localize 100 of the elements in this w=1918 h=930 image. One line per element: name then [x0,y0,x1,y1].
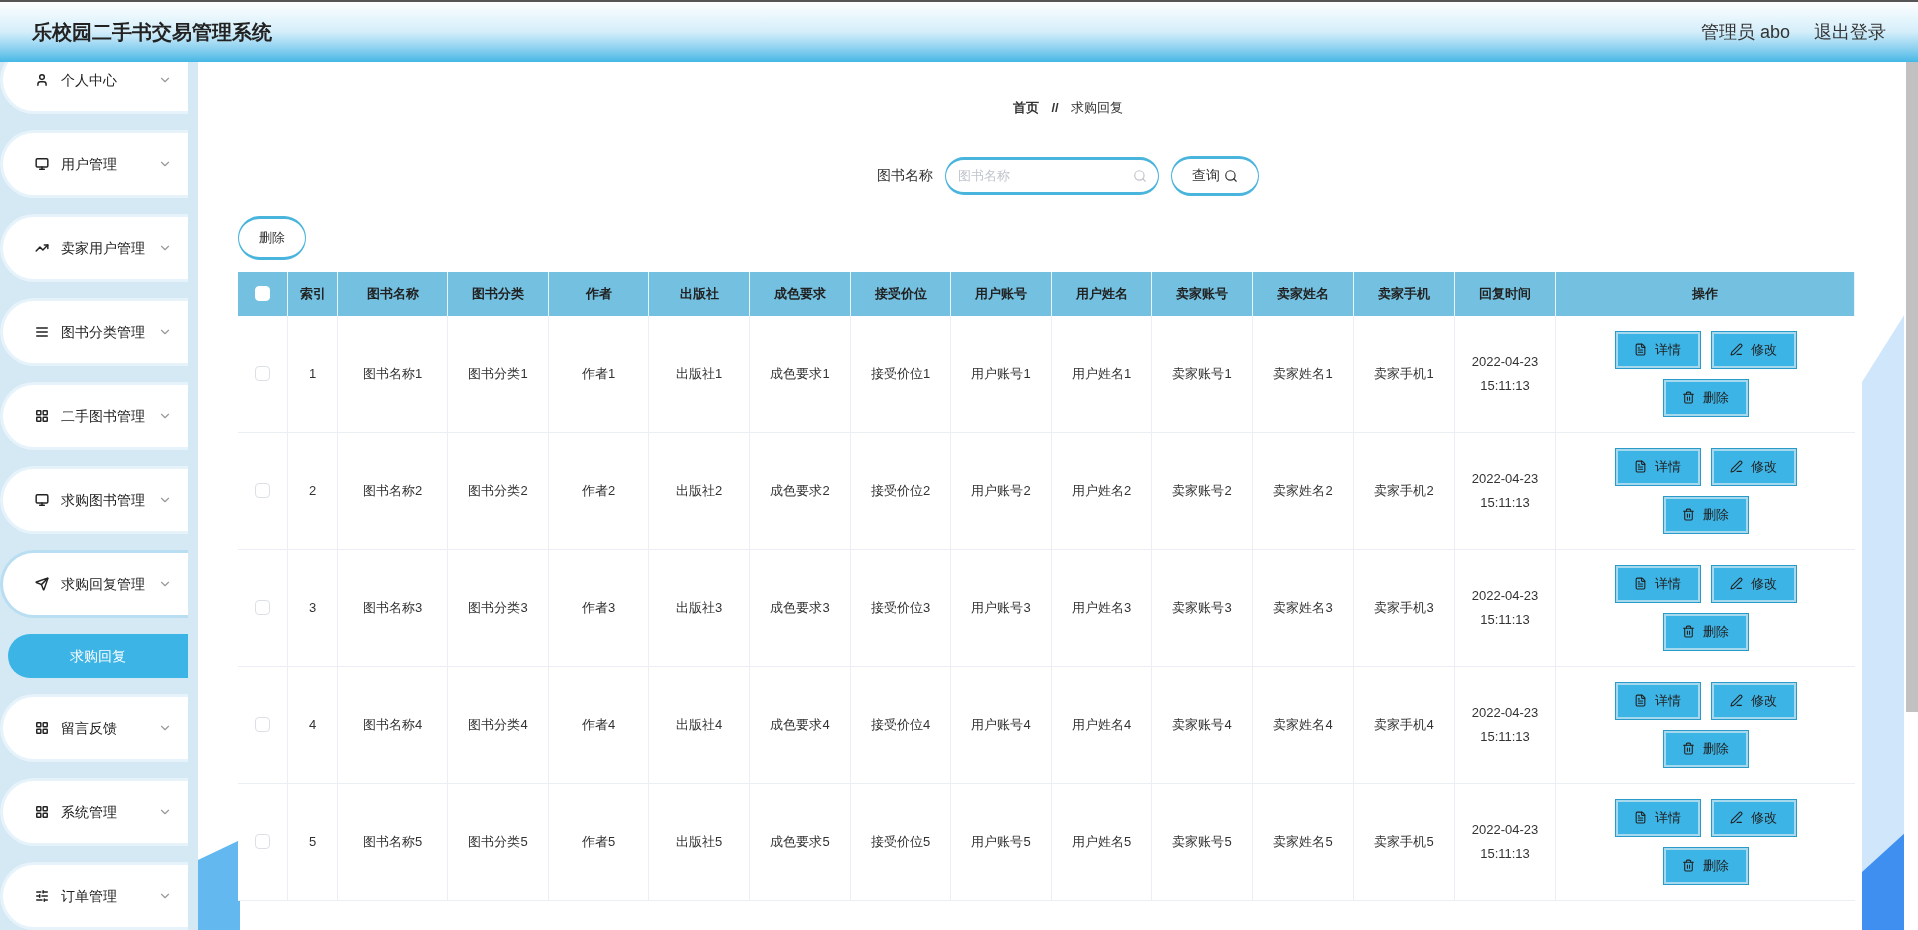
sliders-icon [35,889,49,903]
action-button[interactable]: 详情 [1615,682,1700,719]
document-icon [1634,343,1647,356]
table-cell-text: 4 [308,715,317,734]
breadcrumb-home[interactable]: 首页 [1013,98,1040,118]
monitor-icon [35,493,49,507]
table-cell-text: 用户姓名1 [1071,364,1132,383]
menu-item[interactable]: 卖家用户管理 [0,214,188,282]
menu-item[interactable]: 图书分类管理 [0,298,188,366]
monitor-icon [35,157,49,171]
document-icon [1634,577,1647,590]
table-cell-text: 用户账号4 [971,715,1031,734]
action-button[interactable]: 删除 [1663,379,1748,416]
menu-item[interactable]: 个人中心 [0,62,188,114]
table-cell-text: 接受价位3 [870,598,931,617]
action-button[interactable]: 详情 [1615,448,1700,485]
action-button[interactable]: 修改 [1711,565,1796,602]
trash-icon [1682,742,1695,755]
send-icon [35,577,49,591]
checkbox[interactable] [255,717,270,732]
action-button[interactable]: 修改 [1711,331,1796,368]
table-cell-text: 作者2 [581,481,616,500]
table-cell-text: 卖家账号5 [1172,832,1232,851]
table-cell-text: 用户姓名2 [1071,481,1132,500]
action-button[interactable]: 详情 [1615,331,1700,368]
table-cell-text: 作者4 [581,715,616,734]
search-label: 图书名称 [877,166,933,185]
list-icon [35,325,49,339]
table-cell-text: 图书名称1 [362,364,423,383]
table-cell-text: 卖家姓名5 [1273,832,1333,851]
menu-item[interactable]: 二手图书管理 [0,382,188,450]
table-cell-text: 用户账号5 [971,832,1031,851]
search-icon [1224,168,1238,183]
delete-button[interactable]: 删除 [238,215,306,260]
search-button[interactable]: 查询 [1171,155,1259,196]
action-button[interactable]: 删除 [1663,613,1748,650]
action-button[interactable]: 修改 [1711,448,1796,485]
column-header: 接受价位 [851,271,951,316]
table-cell-text: 卖家账号3 [1172,598,1232,617]
table-cell-text: 图书分类5 [468,832,528,851]
table-cell-text: 图书分类4 [468,715,528,734]
column-header: 索引 [288,271,338,316]
table-cell-text: 用户姓名5 [1071,832,1132,851]
action-button[interactable]: 删除 [1663,496,1748,533]
menu-item[interactable]: 系统管理 [0,778,188,846]
trash-icon [1682,391,1695,404]
action-button[interactable]: 详情 [1615,799,1700,836]
table-cell-text: 成色要求3 [770,598,830,617]
menu-item[interactable]: 求购回复管理 [0,550,188,618]
table-cell-text: 图书分类3 [468,598,528,617]
table-cell-text: 图书名称2 [362,481,423,500]
table-cell-text: 图书名称5 [362,832,423,851]
search-field[interactable]: 图书名称 [945,156,1159,195]
pen-icon [1730,811,1743,824]
column-header: 成色要求 [750,271,851,316]
menu-item[interactable]: 留言反馈 [0,694,188,762]
menu-item[interactable]: 用户管理 [0,130,188,198]
action-button[interactable]: 详情 [1615,565,1700,602]
table-cell-text: 用户姓名4 [1071,715,1132,734]
column-header: 用户账号 [951,271,1052,316]
table-cell-text: 卖家账号2 [1172,481,1232,500]
column-header: 卖家账号 [1152,271,1253,316]
table-cell-text: 图书分类2 [468,481,528,500]
table-cell-text: 2 [308,481,317,500]
table-cell-text: 出版社1 [675,364,723,383]
table-cell-text: 图书名称3 [362,598,423,617]
checkbox[interactable] [255,366,270,381]
action-button[interactable]: 删除 [1663,730,1748,767]
table-cell-text: 接受价位5 [870,832,931,851]
table-cell-text: 用户账号3 [971,598,1031,617]
action-button[interactable]: 修改 [1711,682,1796,719]
action-button[interactable]: 删除 [1663,847,1748,884]
table-cell-text: 接受价位1 [870,364,931,383]
document-icon [1634,811,1647,824]
trash-icon [1682,625,1695,638]
table-cell-text: 用户账号2 [971,481,1031,500]
checkbox[interactable] [255,834,270,849]
column-header: 回复时间 [1455,271,1556,316]
document-icon [1634,694,1647,707]
column-header: 图书分类 [448,271,549,316]
menu-item[interactable]: 订单管理 [0,862,188,930]
table-cell-text: 图书名称4 [362,715,423,734]
breadcrumb-current: 求购回复 [1070,99,1123,117]
checkbox[interactable] [255,600,270,615]
pen-icon [1730,343,1743,356]
grid-icon [35,805,49,819]
checkbox[interactable] [255,483,270,498]
search-icon [1133,168,1147,183]
logout-link[interactable]: 退出登录 [1814,18,1886,46]
table-cell-text: 1 [308,364,317,383]
action-button[interactable]: 修改 [1711,799,1796,836]
admin-user: 管理员 abo [1700,20,1790,44]
table-cell-text: 卖家手机3 [1374,598,1434,617]
table-cell-text: 2022-04-23 15:11:13 [1470,469,1540,512]
table-cell-text: 图书分类1 [468,364,528,383]
menu-item[interactable]: 求购图书管理 [0,466,188,534]
table-cell-text: 卖家手机4 [1374,715,1434,734]
table-cell-text: 出版社3 [675,598,723,617]
scrollbar[interactable] [1906,62,1918,712]
table-cell-text: 出版社2 [675,481,723,500]
